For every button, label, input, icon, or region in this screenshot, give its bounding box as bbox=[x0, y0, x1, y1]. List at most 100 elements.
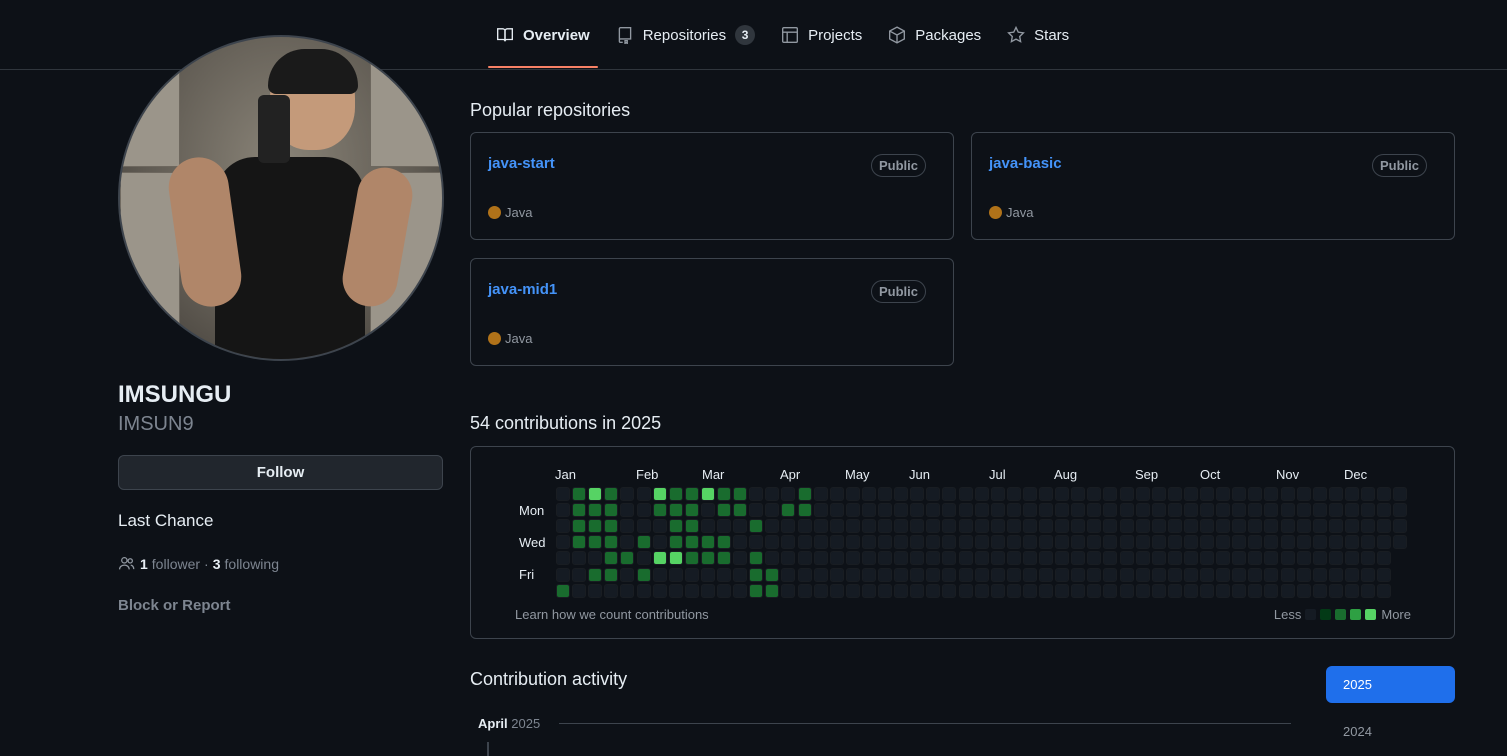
contribution-day[interactable] bbox=[572, 567, 587, 582]
contribution-day[interactable] bbox=[1248, 551, 1263, 566]
tab-stars[interactable]: Stars bbox=[999, 0, 1077, 70]
contribution-day[interactable] bbox=[1344, 503, 1359, 518]
contribution-day[interactable] bbox=[556, 551, 570, 566]
contribution-day[interactable] bbox=[1151, 567, 1166, 582]
contribution-day[interactable] bbox=[1248, 487, 1263, 501]
contribution-day[interactable] bbox=[974, 487, 989, 501]
contribution-day[interactable] bbox=[1377, 583, 1392, 598]
contribution-day[interactable] bbox=[829, 519, 844, 534]
contribution-day[interactable] bbox=[1151, 519, 1166, 534]
contribution-day[interactable] bbox=[781, 519, 796, 534]
contribution-day[interactable] bbox=[1006, 503, 1021, 518]
follow-button[interactable]: Follow bbox=[118, 455, 443, 490]
contribution-day[interactable] bbox=[1216, 503, 1231, 518]
contribution-day[interactable] bbox=[1119, 567, 1134, 582]
contribution-day[interactable] bbox=[1135, 535, 1150, 550]
contribution-day[interactable] bbox=[990, 487, 1005, 501]
contribution-day[interactable] bbox=[1119, 583, 1134, 598]
contribution-day[interactable] bbox=[765, 503, 780, 518]
contribution-day[interactable] bbox=[1280, 503, 1295, 518]
contribution-day[interactable] bbox=[636, 551, 651, 566]
contribution-day[interactable] bbox=[1264, 519, 1279, 534]
contribution-day[interactable] bbox=[588, 567, 603, 582]
contribution-day[interactable] bbox=[861, 535, 876, 550]
contribution-day[interactable] bbox=[652, 503, 667, 518]
contribution-day[interactable] bbox=[733, 535, 748, 550]
contribution-day[interactable] bbox=[588, 583, 603, 598]
contribution-day[interactable] bbox=[1103, 487, 1118, 501]
contribution-day[interactable] bbox=[1103, 519, 1118, 534]
contribution-day[interactable] bbox=[749, 551, 764, 566]
contribution-day[interactable] bbox=[1361, 503, 1375, 518]
contribution-day[interactable] bbox=[813, 487, 828, 501]
contribution-day[interactable] bbox=[1216, 535, 1231, 550]
contribution-day[interactable] bbox=[765, 567, 780, 582]
contribution-day[interactable] bbox=[556, 567, 570, 582]
contribution-day[interactable] bbox=[1328, 519, 1343, 534]
contribution-day[interactable] bbox=[1312, 535, 1327, 550]
contribution-day[interactable] bbox=[861, 567, 876, 582]
contribution-day[interactable] bbox=[894, 535, 909, 550]
contribution-day[interactable] bbox=[1312, 519, 1327, 534]
contribution-day[interactable] bbox=[1087, 535, 1102, 550]
contribution-day[interactable] bbox=[1200, 503, 1214, 518]
contribution-day[interactable] bbox=[1039, 583, 1053, 598]
contribution-day[interactable] bbox=[1393, 487, 1408, 501]
contribution-day[interactable] bbox=[1248, 503, 1263, 518]
contribution-day[interactable] bbox=[733, 567, 748, 582]
contribution-day[interactable] bbox=[878, 535, 892, 550]
contribution-day[interactable] bbox=[1280, 535, 1295, 550]
contribution-day[interactable] bbox=[749, 487, 764, 501]
contribution-day[interactable] bbox=[1039, 551, 1053, 566]
contribution-day[interactable] bbox=[1119, 487, 1134, 501]
contribution-day[interactable] bbox=[1151, 535, 1166, 550]
contribution-day[interactable] bbox=[620, 519, 635, 534]
contribution-day[interactable] bbox=[990, 567, 1005, 582]
contribution-day[interactable] bbox=[668, 551, 683, 566]
contribution-day[interactable] bbox=[700, 551, 715, 566]
contribution-day[interactable] bbox=[1006, 567, 1021, 582]
contribution-day[interactable] bbox=[604, 503, 619, 518]
contribution-day[interactable] bbox=[1167, 503, 1182, 518]
contribution-day[interactable] bbox=[1216, 583, 1231, 598]
contribution-day[interactable] bbox=[845, 519, 860, 534]
contribution-day[interactable] bbox=[926, 583, 941, 598]
contribution-day[interactable] bbox=[604, 487, 619, 501]
contribution-day[interactable] bbox=[1039, 487, 1053, 501]
contribution-day[interactable] bbox=[974, 519, 989, 534]
contribution-day[interactable] bbox=[636, 567, 651, 582]
contribution-day[interactable] bbox=[1071, 567, 1086, 582]
contribution-day[interactable] bbox=[1377, 487, 1392, 501]
contribution-day[interactable] bbox=[845, 487, 860, 501]
contribution-day[interactable] bbox=[1006, 487, 1021, 501]
contribution-day[interactable] bbox=[668, 519, 683, 534]
contribution-day[interactable] bbox=[1377, 535, 1392, 550]
contribution-day[interactable] bbox=[1071, 551, 1086, 566]
contribution-day[interactable] bbox=[1071, 487, 1086, 501]
contribution-day[interactable] bbox=[604, 583, 619, 598]
contribution-day[interactable] bbox=[1296, 567, 1311, 582]
contribution-day[interactable] bbox=[733, 487, 748, 501]
contribution-day[interactable] bbox=[1200, 583, 1214, 598]
contribution-day[interactable] bbox=[878, 567, 892, 582]
contribution-day[interactable] bbox=[910, 551, 925, 566]
contribution-day[interactable] bbox=[1006, 535, 1021, 550]
contribution-day[interactable] bbox=[572, 519, 587, 534]
contribution-day[interactable] bbox=[572, 535, 587, 550]
contribution-day[interactable] bbox=[926, 535, 941, 550]
contribution-day[interactable] bbox=[1216, 567, 1231, 582]
contribution-day[interactable] bbox=[845, 551, 860, 566]
contribution-day[interactable] bbox=[894, 551, 909, 566]
contribution-day[interactable] bbox=[861, 503, 876, 518]
contribution-day[interactable] bbox=[1087, 487, 1102, 501]
contribution-day[interactable] bbox=[1312, 567, 1327, 582]
contribution-day[interactable] bbox=[717, 487, 731, 501]
contribution-day[interactable] bbox=[845, 567, 860, 582]
block-or-report-link[interactable]: Block or Report bbox=[118, 597, 231, 614]
tab-overview[interactable]: Overview bbox=[488, 0, 598, 70]
contribution-day[interactable] bbox=[894, 519, 909, 534]
contribution-day[interactable] bbox=[1055, 535, 1070, 550]
contribution-day[interactable] bbox=[829, 487, 844, 501]
contribution-day[interactable] bbox=[684, 567, 699, 582]
contribution-day[interactable] bbox=[717, 535, 731, 550]
